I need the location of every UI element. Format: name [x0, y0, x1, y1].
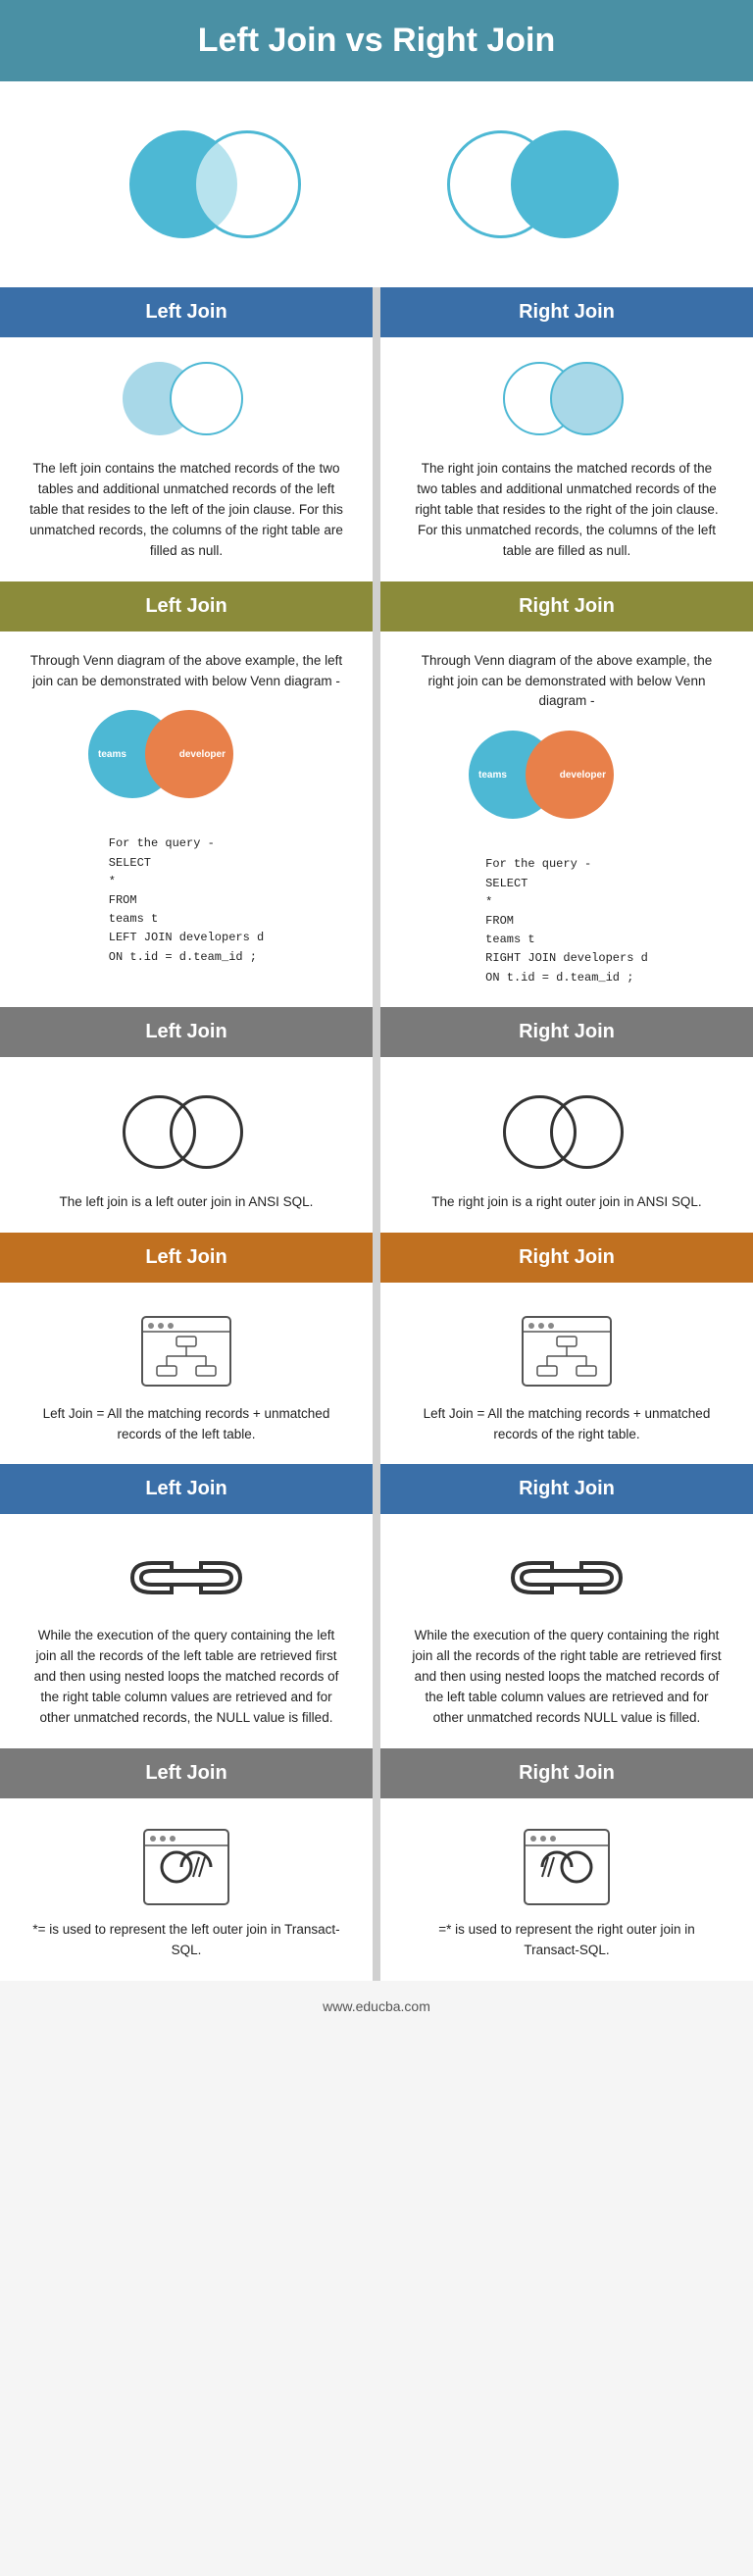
ov-right-2 — [550, 1095, 624, 1169]
page-title: Left Join vs Right Join — [10, 22, 743, 60]
section4-right-content: Left Join = All the matching records + u… — [380, 1283, 753, 1465]
section4-left-text: Left Join = All the matching records + u… — [29, 1404, 343, 1445]
section6-content-divider — [373, 1798, 380, 1981]
section1-left-content: The left join contains the matched recor… — [0, 337, 373, 581]
section1-divider — [373, 287, 380, 337]
section6-divider — [373, 1748, 380, 1798]
section5-right-content: While the execution of the query contain… — [380, 1514, 753, 1748]
section5-content-divider — [373, 1514, 380, 1748]
vl-developer-label: developer — [179, 747, 226, 763]
right-circle-top-left — [193, 130, 301, 238]
db-cross-icon-right — [523, 1828, 611, 1906]
chain-link-icon-left — [127, 1543, 245, 1612]
sv-right-1r — [550, 362, 624, 435]
section3-left-text: The left join is a left outer join in AN… — [29, 1192, 343, 1213]
section6-left-text: *= is used to represent the left outer j… — [29, 1920, 343, 1961]
section4-right-header: Right Join — [380, 1233, 753, 1283]
section3-right-venn — [503, 1090, 630, 1179]
section6-right-text: =* is used to represent the right outer … — [410, 1920, 724, 1961]
footer-url: www.educba.com — [323, 1998, 430, 2014]
section5-right-header: Right Join — [380, 1464, 753, 1514]
section3-right-header: Right Join — [380, 1007, 753, 1057]
section1-right-content: The right join contains the matched reco… — [380, 337, 753, 581]
section3-left-header: Left Join — [0, 1007, 373, 1057]
section1-header: Left Join Right Join — [0, 287, 753, 337]
vl2-teams-label: teams — [478, 768, 507, 783]
section5-content: While the execution of the query contain… — [0, 1514, 753, 1748]
section1-left-header: Left Join — [0, 287, 373, 337]
section3-left-content: The left join is a left outer join in AN… — [0, 1057, 373, 1233]
top-venn-section — [0, 81, 753, 287]
section2-left-content: Through Venn diagram of the above exampl… — [0, 631, 373, 1007]
right-join-venn-top — [447, 121, 624, 248]
section2-left-text: Through Venn diagram of the above exampl… — [29, 651, 343, 692]
section5-left-header: Left Join — [0, 1464, 373, 1514]
right-circle-top-right — [511, 130, 619, 238]
section2-right-venn: teams developer — [469, 726, 665, 833]
section5-left-text: While the execution of the query contain… — [29, 1626, 343, 1729]
section2-left-code: For the query - SELECT * FROM teams t LE… — [109, 834, 264, 966]
section4-header: Left Join Right Join — [0, 1233, 753, 1283]
footer: www.educba.com — [0, 1981, 753, 2032]
section6-right-header: Right Join — [380, 1748, 753, 1798]
section2-divider — [373, 581, 380, 631]
section5-divider — [373, 1464, 380, 1514]
section6-left-header: Left Join — [0, 1748, 373, 1798]
left-join-venn-top — [129, 121, 306, 248]
section5-right-text: While the execution of the query contain… — [410, 1626, 724, 1729]
vl-right-circle: developer — [145, 710, 233, 798]
section5-left-content: While the execution of the query contain… — [0, 1514, 373, 1748]
section1-left-text: The left join contains the matched recor… — [29, 459, 343, 562]
db-hierarchy-icon-left — [137, 1312, 235, 1390]
chain-link-icon-right — [508, 1543, 626, 1612]
section1-right-text: The right join contains the matched reco… — [410, 459, 724, 562]
section5-header: Left Join Right Join — [0, 1464, 753, 1514]
page: Left Join vs Right Join Left Join Right … — [0, 0, 753, 2032]
section4-divider — [373, 1233, 380, 1283]
section6-left-content: *= is used to represent the left outer j… — [0, 1798, 373, 1981]
db-hierarchy-icon-right — [518, 1312, 616, 1390]
section2-right-header: Right Join — [380, 581, 753, 631]
section1-content-divider — [373, 337, 380, 581]
section1-content: The left join contains the matched recor… — [0, 337, 753, 581]
section4-left-content: Left Join = All the matching records + u… — [0, 1283, 373, 1465]
db-cross-icon-left — [142, 1828, 230, 1906]
section4-content-divider — [373, 1283, 380, 1465]
section1-right-header: Right Join — [380, 287, 753, 337]
section2-right-text: Through Venn diagram of the above exampl… — [410, 651, 724, 713]
vl-teams-label: teams — [98, 747, 126, 763]
section2-left-venn: teams developer — [88, 705, 284, 813]
section3-right-text: The right join is a right outer join in … — [410, 1192, 724, 1213]
section1-left-venn — [123, 357, 250, 445]
section2-left-header: Left Join — [0, 581, 373, 631]
section3-left-venn — [123, 1090, 250, 1179]
section2-right-code: For the query - SELECT * FROM teams t RI… — [485, 855, 648, 986]
ov-right-1 — [170, 1095, 243, 1169]
section2-content: Through Venn diagram of the above exampl… — [0, 631, 753, 1007]
section4-content: Left Join = All the matching records + u… — [0, 1283, 753, 1465]
section6-right-content: =* is used to represent the right outer … — [380, 1798, 753, 1981]
section2-right-content: Through Venn diagram of the above exampl… — [380, 631, 753, 1007]
section3-right-content: The right join is a right outer join in … — [380, 1057, 753, 1233]
section3-divider — [373, 1007, 380, 1057]
section3-content-divider — [373, 1057, 380, 1233]
section6-content: *= is used to represent the left outer j… — [0, 1798, 753, 1981]
section4-left-header: Left Join — [0, 1233, 373, 1283]
section1-right-venn — [503, 357, 630, 445]
vl2-developer-label: developer — [560, 768, 606, 783]
section2-content-divider — [373, 631, 380, 1007]
section6-header: Left Join Right Join — [0, 1748, 753, 1798]
sv-right-1 — [170, 362, 243, 435]
section3-header: Left Join Right Join — [0, 1007, 753, 1057]
vl2-right-circle: developer — [526, 731, 614, 819]
section3-content: The left join is a left outer join in AN… — [0, 1057, 753, 1233]
section4-right-text: Left Join = All the matching records + u… — [410, 1404, 724, 1445]
section2-header: Left Join Right Join — [0, 581, 753, 631]
title-bar: Left Join vs Right Join — [0, 0, 753, 81]
